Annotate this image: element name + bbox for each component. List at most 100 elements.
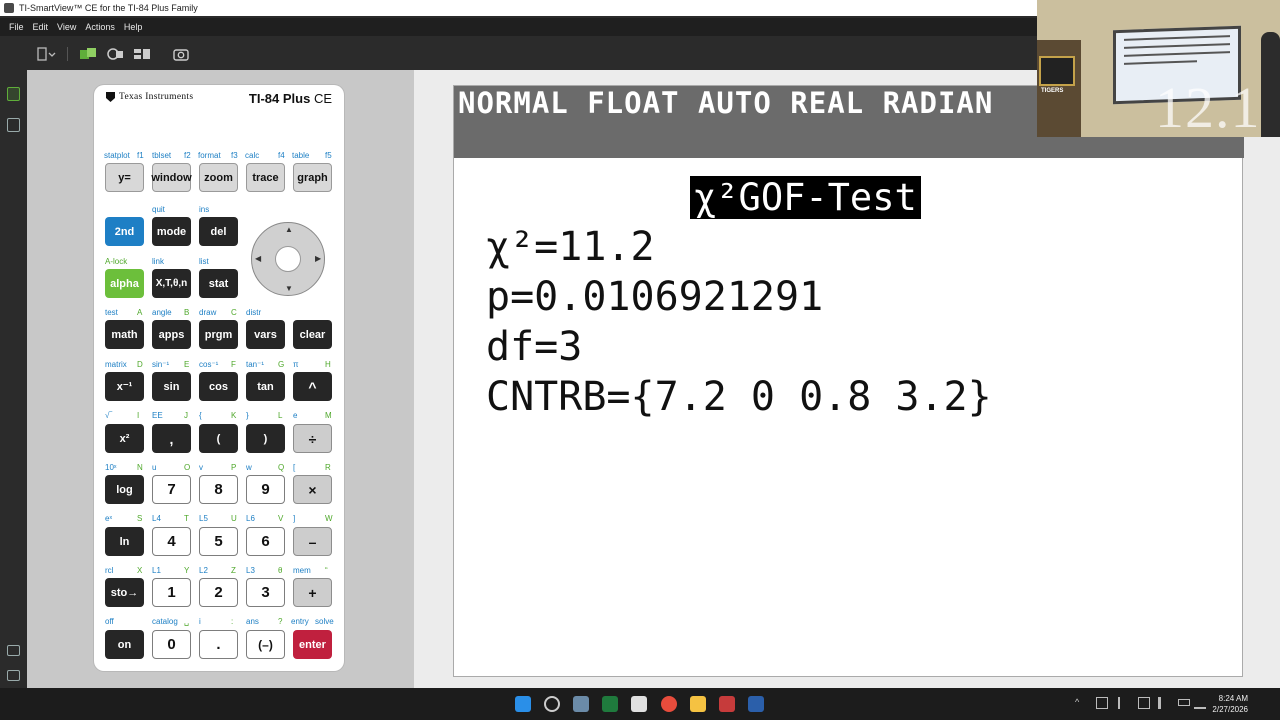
key-0[interactable]: 0 [152,630,191,659]
menu-edit[interactable]: Edit [33,22,49,32]
key-2nd[interactable]: 2nd [105,217,144,246]
label-f5: f5 [325,151,332,160]
key-square[interactable]: x² [105,424,144,453]
key-open-paren[interactable]: ( [199,424,238,453]
menu-view[interactable]: View [57,22,76,32]
key-store[interactable]: sto→ [105,578,144,607]
key-add[interactable]: + [293,578,332,607]
layout-toggle-icon[interactable] [7,670,20,681]
word-icon[interactable] [748,696,764,712]
key-8[interactable]: 8 [199,475,238,504]
key-cos[interactable]: cos [199,372,238,401]
key-zoom[interactable]: zoom [199,163,238,192]
cloud-icon[interactable] [1194,697,1206,709]
key-on[interactable]: on [105,630,144,659]
whiteboard-icon[interactable] [631,696,647,712]
key-power[interactable]: ^ [293,372,332,401]
menu-actions[interactable]: Actions [85,22,115,32]
keypress-history-icon[interactable] [7,645,20,656]
key-log[interactable]: log [105,475,144,504]
network-icon[interactable] [1096,697,1108,709]
file-explorer-icon[interactable] [690,696,706,712]
layout-icon[interactable] [132,47,152,61]
key-inverse[interactable]: x⁻¹ [105,372,144,401]
key-divide[interactable]: ÷ [293,424,332,453]
key-graph[interactable]: graph [293,163,332,192]
key-y-equals[interactable]: y= [105,163,144,192]
arrow-pad[interactable]: ▲ ▼ ◀ ▶ [251,222,325,296]
calculator-select-icon[interactable] [36,47,56,61]
key-stat[interactable]: stat [199,269,238,298]
model-suffix: CE [313,91,332,106]
key-enter[interactable]: enter [293,630,332,659]
key-4[interactable]: 4 [152,527,191,556]
arrow-down-icon[interactable]: ▼ [285,284,293,293]
arrow-left-icon[interactable]: ◀ [255,254,261,263]
menu-file[interactable]: File [9,22,24,32]
microphone-icon[interactable] [1118,697,1130,709]
key-subtract[interactable]: – [293,527,332,556]
key-clear[interactable]: clear [293,320,332,349]
menu-help[interactable]: Help [124,22,143,32]
key-9[interactable]: 9 [246,475,285,504]
tiger-logo [1039,56,1075,86]
excel-icon[interactable] [602,696,618,712]
label-L4: L4 [152,514,161,523]
copilot-icon[interactable] [544,696,560,712]
key-mode[interactable]: mode [152,217,191,246]
result-contributions: CNTRB={7.2 0 0.8 3.2} [486,374,992,420]
key-1[interactable]: 1 [152,578,191,607]
key-2[interactable]: 2 [199,578,238,607]
key-math[interactable]: math [105,320,144,349]
chevron-up-icon[interactable]: ^ [1075,697,1087,709]
label-L2: L2 [199,566,208,575]
key-7[interactable]: 7 [152,475,191,504]
label-format: format [198,151,221,160]
key-del[interactable]: del [199,217,238,246]
label-matrix: matrix [105,360,127,369]
document-view-icon[interactable] [7,118,20,132]
label-C: C [231,308,237,317]
key-vars[interactable]: vars [246,320,285,349]
arrow-up-icon[interactable]: ▲ [285,225,293,234]
key-alpha[interactable]: alpha [105,269,144,298]
key-decimal[interactable]: . [199,630,238,659]
send-to-calculator-icon[interactable] [78,47,98,61]
label-sqrt: √‾ [105,411,113,420]
key-comma[interactable]: , [152,424,191,453]
key-apps[interactable]: apps [152,320,191,349]
keyboard-icon[interactable] [1138,697,1150,709]
window-title: TI-SmartView™ CE for the TI-84 Plus Fami… [19,3,198,13]
key-multiply[interactable]: × [293,475,332,504]
start-icon[interactable] [515,696,531,712]
key-prgm[interactable]: prgm [199,320,238,349]
snipping-tool-icon[interactable] [719,696,735,712]
label-alock: A-lock [105,257,128,266]
key-tan[interactable]: tan [246,372,285,401]
label-H: H [325,360,331,369]
calculator-view-icon[interactable] [7,87,20,101]
system-clock[interactable]: 8:24 AM 2/27/2026 [1212,693,1248,715]
label-f2: f2 [184,151,191,160]
key-5[interactable]: 5 [199,527,238,556]
camera-icon[interactable] [171,47,191,61]
label-solve: solve [315,617,334,626]
sync-icon[interactable] [105,47,125,61]
key-6[interactable]: 6 [246,527,285,556]
volume-icon[interactable] [1158,697,1170,709]
arrow-right-icon[interactable]: ▶ [315,254,321,263]
key-negative[interactable]: (–) [246,630,285,659]
key-sin[interactable]: sin [152,372,191,401]
key-trace[interactable]: trace [246,163,285,192]
status-text: NORMAL FLOAT AUTO REAL RADIAN [458,86,994,120]
key-window[interactable]: window [151,163,192,192]
ti-smartview-taskbar-icon[interactable] [573,696,589,712]
chrome-icon[interactable] [661,696,677,712]
label-draw: draw [199,308,217,317]
key-xton[interactable]: X,T,θ,n [152,269,191,298]
key-ln[interactable]: ln [105,527,144,556]
key-3[interactable]: 3 [246,578,285,607]
battery-icon[interactable] [1178,699,1190,706]
key-close-paren[interactable]: ) [246,424,285,453]
label-arccos: cos⁻¹ [199,360,219,369]
